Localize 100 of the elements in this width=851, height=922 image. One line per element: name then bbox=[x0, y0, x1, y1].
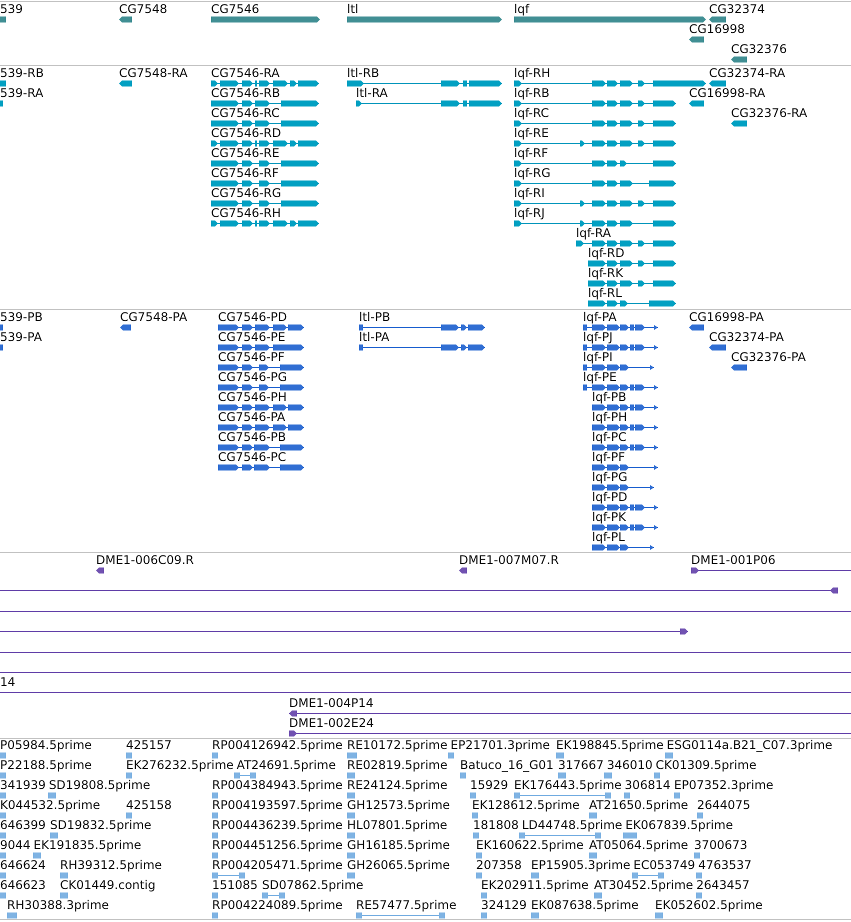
est-label: 425158 bbox=[126, 799, 172, 812]
est-label: SD19832.5prime bbox=[50, 819, 152, 832]
est-alignment bbox=[472, 812, 478, 819]
est-alignment bbox=[347, 752, 357, 759]
est-label: RP004205471.5prime bbox=[212, 859, 343, 872]
transcript-label: CG7546-RH bbox=[211, 207, 281, 220]
transcript-label: CG7548-RA bbox=[119, 67, 188, 80]
est-label: AT05064.5prime bbox=[589, 839, 688, 852]
est-label: RH30388.3prime bbox=[7, 899, 109, 912]
est-label: EC053749 bbox=[633, 859, 696, 872]
transcript-label: lqf-RK bbox=[588, 267, 624, 280]
est-alignment bbox=[470, 792, 476, 799]
est-alignment bbox=[558, 772, 566, 779]
transcript-label: lqf-RB bbox=[514, 87, 550, 100]
est-alignment bbox=[0, 832, 6, 839]
est-label: RE10172.5prime bbox=[347, 739, 448, 752]
est-alignment bbox=[126, 772, 132, 779]
est-label: CK01449.contig bbox=[60, 879, 156, 892]
est-label: RE24124.5prime bbox=[347, 779, 448, 792]
transcript-label: lqf-RC bbox=[514, 107, 549, 120]
protein-label: CG32376-PA bbox=[731, 351, 806, 364]
est-label: EP15905.3prime bbox=[531, 859, 630, 872]
gene-label: CG32376 bbox=[731, 43, 787, 56]
est-alignment bbox=[476, 852, 482, 859]
clone-label: 14 bbox=[0, 676, 16, 690]
est-alignment bbox=[632, 872, 664, 879]
est-label: EK067839.5prime bbox=[625, 819, 733, 832]
transcript-label: lqf-RD bbox=[588, 247, 624, 260]
est-alignment bbox=[481, 912, 487, 919]
est-label: HL07801.5prime bbox=[347, 819, 448, 832]
transcript-label: ltl-RB bbox=[347, 67, 380, 80]
transcript-label: lqf-RI bbox=[514, 187, 545, 200]
est-alignment bbox=[654, 772, 660, 779]
protein-label: lqf-PC bbox=[592, 431, 626, 444]
est-label: GH16185.5prime bbox=[347, 839, 450, 852]
est-alignment bbox=[48, 792, 56, 799]
transcript-label: CG16998-RA bbox=[689, 87, 766, 100]
clone-label: DME1-002E24 bbox=[289, 717, 374, 730]
est-alignment bbox=[7, 912, 17, 919]
protein-label: lqf-PL bbox=[592, 531, 625, 544]
est-alignment bbox=[624, 792, 630, 799]
est-alignment bbox=[460, 772, 466, 779]
est-alignment bbox=[212, 892, 218, 899]
transcript-model bbox=[0, 80, 6, 87]
protein-label: lqf-PD bbox=[592, 491, 628, 504]
est-label: 425157 bbox=[126, 739, 172, 752]
transcript-label: CG7546-RE bbox=[211, 147, 280, 160]
est-alignment bbox=[347, 772, 355, 779]
est-label: Batuco_16_G01 bbox=[460, 759, 554, 772]
est-alignment bbox=[674, 792, 680, 799]
transcript-label: lqf-RH bbox=[514, 67, 550, 80]
est-label: CK01309.5prime bbox=[656, 759, 756, 772]
transcript-label: lqf-RJ bbox=[514, 207, 545, 220]
est-alignment bbox=[0, 792, 6, 799]
est-label: RP004384943.5prime bbox=[212, 779, 343, 792]
transcript-label: lqf-RF bbox=[514, 147, 548, 160]
est-alignment bbox=[347, 852, 355, 859]
est-label: RP004126942.5prime bbox=[212, 739, 343, 752]
est-alignment bbox=[655, 912, 663, 919]
protein-label: CG7546-PC bbox=[218, 451, 286, 464]
protein-label: CG16998-PA bbox=[689, 311, 764, 324]
est-alignment bbox=[50, 832, 58, 839]
est-alignment bbox=[665, 752, 673, 759]
transcript-label: CG32374-RA bbox=[709, 67, 786, 80]
est-label: 3700673 bbox=[694, 839, 748, 852]
est-label: SD07862.5prime bbox=[262, 879, 364, 892]
est-alignment bbox=[33, 852, 41, 859]
est-alignment bbox=[476, 872, 482, 879]
est-label: RH39312.5prime bbox=[60, 859, 162, 872]
est-label: 306814 bbox=[624, 779, 670, 792]
est-label: 646399 bbox=[0, 819, 46, 832]
est-label: SD19808.5prime bbox=[48, 779, 150, 792]
est-label: EP07352.3prime bbox=[674, 779, 774, 792]
est-label: 317667 bbox=[558, 759, 604, 772]
est-alignment bbox=[696, 892, 702, 899]
clone-label: DME1-007M07.R bbox=[459, 554, 559, 567]
est-label: 341939 bbox=[0, 779, 46, 792]
est-alignment bbox=[697, 812, 703, 819]
est-label: AT21650.5prime bbox=[589, 799, 688, 812]
protein-label: CG7546-PA bbox=[218, 411, 286, 424]
est-label: 15929 bbox=[470, 779, 508, 792]
est-label: RP004193597.5prime bbox=[212, 799, 343, 812]
est-label: 2644075 bbox=[697, 799, 750, 812]
est-alignment bbox=[556, 752, 564, 759]
est-label: AT30452.5prime bbox=[594, 879, 694, 892]
est-alignment bbox=[473, 832, 479, 839]
est-label: GH26065.5prime bbox=[347, 859, 450, 872]
est-label: EK191835.5prime bbox=[34, 839, 142, 852]
est-label: EK276232.5prime bbox=[126, 759, 234, 772]
transcript-label: 539-RA bbox=[0, 87, 44, 100]
est-alignment bbox=[126, 752, 132, 759]
protein-model bbox=[0, 324, 3, 331]
est-alignment bbox=[347, 792, 355, 799]
protein-label: CG7546-PE bbox=[218, 331, 286, 344]
transcript-label: CG7546-RG bbox=[211, 187, 282, 200]
gene-label: lqf bbox=[514, 3, 530, 16]
est-alignment bbox=[234, 772, 256, 779]
transcript-label: CG7546-RB bbox=[211, 87, 280, 100]
est-alignment bbox=[212, 752, 218, 759]
est-label: P22188.5prime bbox=[0, 759, 92, 772]
